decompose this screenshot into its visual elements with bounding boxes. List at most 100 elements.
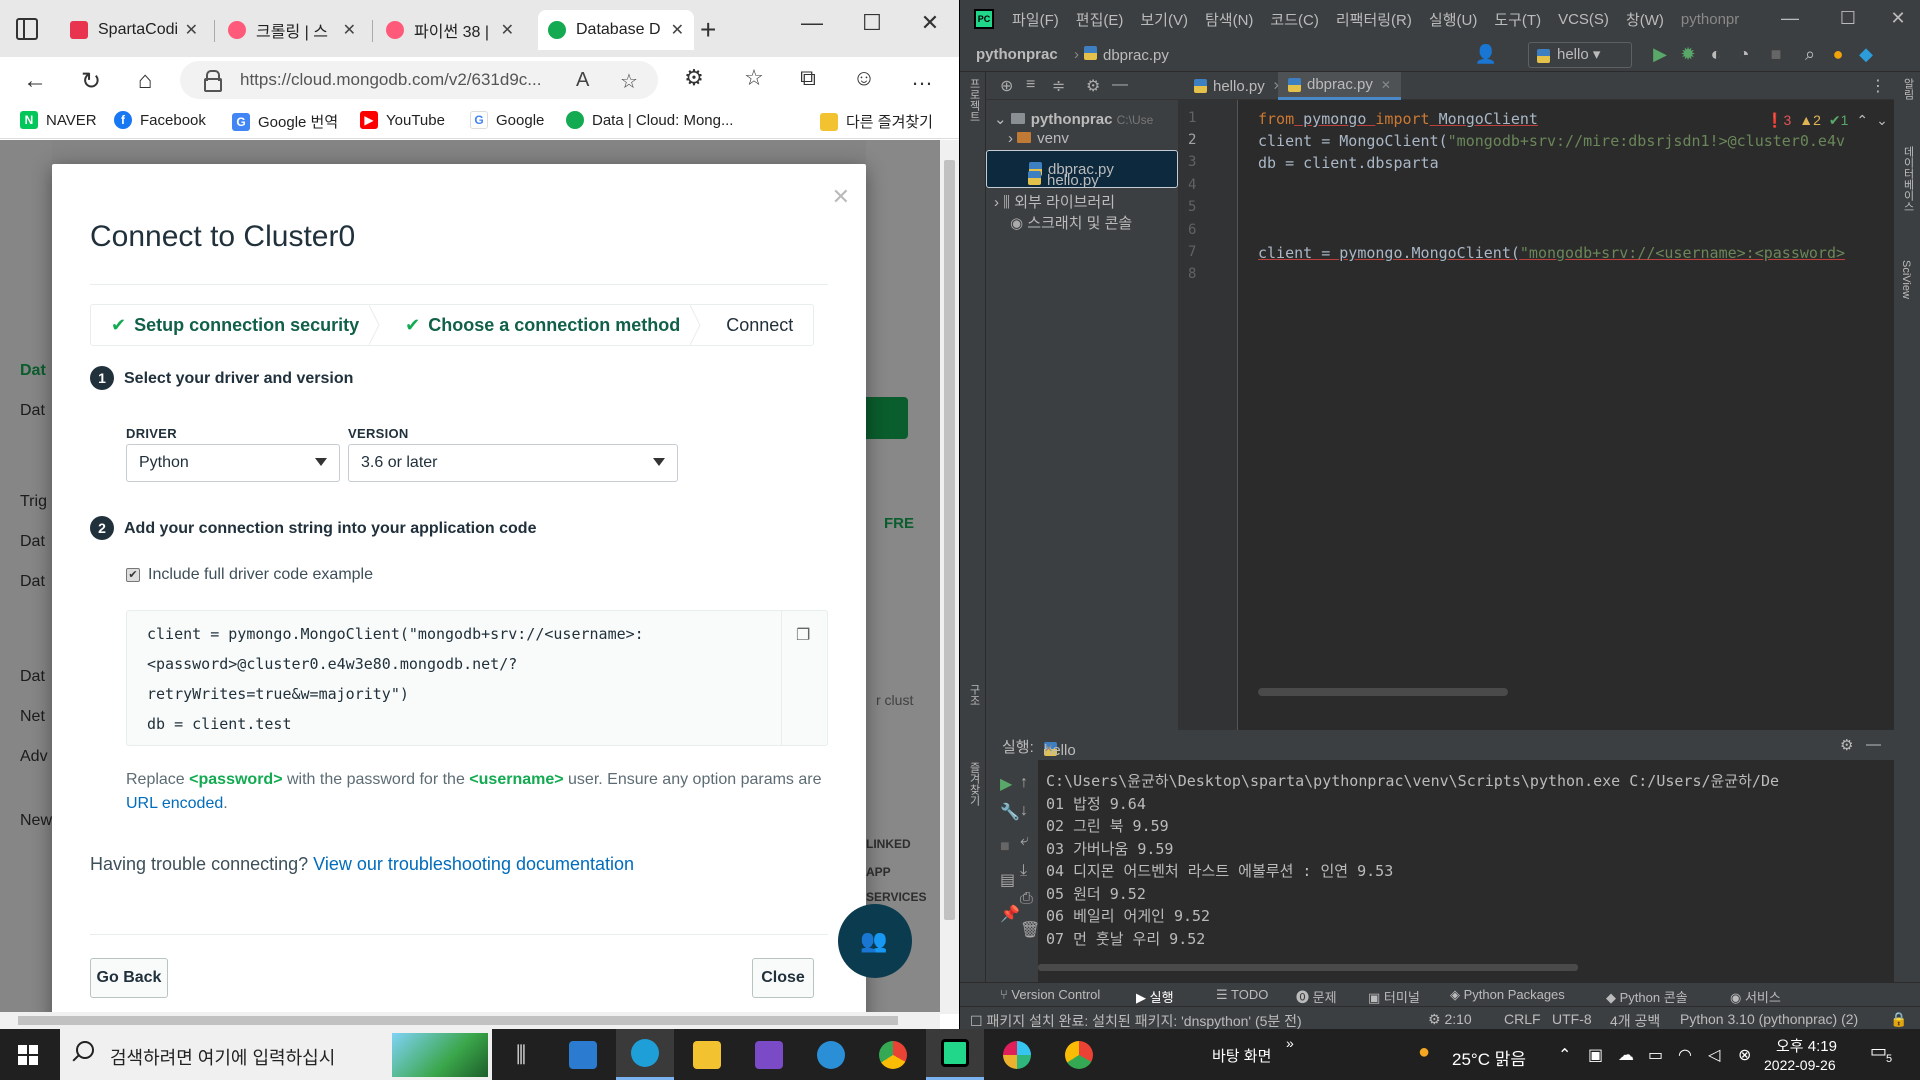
tool-todo[interactable]: ☰ TODO bbox=[1216, 987, 1268, 1003]
lock-icon[interactable]: 🔒 bbox=[1890, 1011, 1907, 1028]
browser-tab[interactable]: SpartaCodi ✕ bbox=[60, 10, 208, 50]
taskbar-search[interactable]: 검색하려면 여기에 입력하십시 bbox=[60, 1029, 492, 1080]
tab-actions-icon[interactable] bbox=[16, 18, 38, 40]
tree-node-scratches[interactable]: ◉ 스크래치 및 콘솔 bbox=[1010, 212, 1132, 233]
bookmark-facebook[interactable]: f Facebook bbox=[114, 111, 206, 129]
chrome-icon[interactable] bbox=[864, 1029, 922, 1080]
step-connect[interactable]: Connect bbox=[700, 305, 813, 345]
more-tabs-icon[interactable]: ⋮ bbox=[1870, 76, 1886, 96]
step-setup-security[interactable]: ✔ Setup connection security bbox=[91, 305, 380, 345]
minimize-icon[interactable]: — bbox=[1770, 8, 1810, 29]
notifications-tool-tab[interactable]: 알림 bbox=[1900, 78, 1916, 100]
console-scrollbar[interactable] bbox=[1038, 964, 1578, 971]
tool-services[interactable]: ◉ 서비스 bbox=[1730, 987, 1781, 1006]
expand-all-icon[interactable]: ≡ bbox=[1026, 76, 1035, 94]
edge-icon[interactable] bbox=[616, 1029, 674, 1080]
run-config-select[interactable]: hello ▾ bbox=[1528, 42, 1632, 68]
browser-tab-active[interactable]: Database D ✕ bbox=[538, 10, 694, 50]
layout-icon[interactable]: ▤ bbox=[1000, 870, 1015, 890]
vertical-scrollbar[interactable] bbox=[940, 140, 959, 1014]
tool-python-console[interactable]: ◆ Python 콘솔 bbox=[1606, 987, 1688, 1006]
url-encoded-link[interactable]: URL encoded bbox=[126, 795, 223, 812]
mail-icon[interactable] bbox=[554, 1029, 612, 1080]
settings-icon[interactable]: ⚙ bbox=[1840, 736, 1853, 754]
version-select[interactable]: 3.6 or later bbox=[348, 444, 678, 482]
tool-version-control[interactable]: ⑂ Version Control bbox=[1000, 987, 1100, 1002]
menu-run[interactable]: 실행(U) bbox=[1429, 9, 1477, 30]
browser-tab[interactable]: 파이썬 38 | ✕ bbox=[376, 10, 524, 50]
meet-now-icon[interactable]: ▣ bbox=[1588, 1045, 1603, 1065]
print-icon[interactable]: ⎙ bbox=[1020, 890, 1033, 908]
bookmark-mongodb[interactable]: Data | Cloud: Mong... bbox=[566, 111, 733, 129]
slack-icon[interactable] bbox=[988, 1029, 1046, 1080]
code-editor[interactable]: from pymongo import MongoClient client =… bbox=[1238, 100, 1894, 730]
run-icon[interactable]: ▶ bbox=[1648, 44, 1672, 65]
wrench-icon[interactable]: 🔧 bbox=[1000, 802, 1020, 822]
status-indent[interactable]: 4개 공백 bbox=[1610, 1011, 1660, 1029]
maximize-icon[interactable]: ☐ bbox=[1828, 8, 1868, 29]
status-message[interactable]: ☐ 패키지 설치 완료: 설치된 패키지: 'dnspython' (5분 전) bbox=[970, 1011, 1302, 1029]
tree-node-pythonprac[interactable]: ⌄ pythonprac C:\Use bbox=[994, 110, 1153, 128]
troubleshooting-link[interactable]: View our troubleshooting documentation bbox=[313, 854, 634, 874]
search-icon[interactable]: ⌕ bbox=[1798, 44, 1822, 65]
user-icon[interactable]: 👤 bbox=[1474, 44, 1498, 65]
browser-tab[interactable]: 크롤링 | 스 ✕ bbox=[218, 10, 366, 50]
bookmark-google[interactable]: G Google bbox=[470, 111, 544, 129]
other-favorites[interactable]: 다른 즐겨찾기 bbox=[820, 111, 933, 132]
tool-problems[interactable]: ⓿ 문제 bbox=[1296, 987, 1337, 1006]
database-tool-tab[interactable]: 데이터베이스 bbox=[1900, 146, 1916, 212]
tool-terminal[interactable]: ▣ 터미널 bbox=[1368, 987, 1420, 1006]
profile-icon[interactable]: ☺ bbox=[848, 65, 880, 91]
horizontal-scrollbar[interactable] bbox=[0, 1012, 940, 1029]
favorites-icon[interactable]: ☆ bbox=[738, 65, 770, 91]
internet-explorer-icon[interactable] bbox=[802, 1029, 860, 1080]
pycharm-icon[interactable] bbox=[926, 1029, 984, 1080]
close-icon[interactable]: ✕ bbox=[671, 20, 684, 40]
stop-icon[interactable]: ■ bbox=[1764, 44, 1788, 65]
status-line-separator[interactable]: CRLF bbox=[1504, 1011, 1541, 1027]
pin-icon[interactable]: 📌 bbox=[1000, 904, 1020, 924]
favorites-tool-tab[interactable]: 즐겨찾기 bbox=[966, 762, 982, 806]
menu-edit[interactable]: 편집(E) bbox=[1076, 9, 1124, 30]
status-interpreter[interactable]: Python 3.10 (pythonprac) (2) bbox=[1680, 1011, 1858, 1027]
editor-scrollbar[interactable] bbox=[1258, 688, 1508, 696]
tab-hello-py[interactable]: hello.py✕ bbox=[1184, 72, 1293, 100]
locate-icon[interactable]: ⊕ bbox=[1000, 76, 1013, 96]
battery-icon[interactable]: ▭ bbox=[1648, 1045, 1663, 1065]
task-view-icon[interactable]: ⫼ bbox=[492, 1029, 550, 1080]
volume-icon[interactable]: ◁ bbox=[1708, 1045, 1720, 1065]
desktop-label[interactable]: 바탕 화면 bbox=[1212, 1045, 1271, 1066]
menu-refactor[interactable]: 리팩터링(R) bbox=[1336, 9, 1412, 30]
stop-icon[interactable]: ■ bbox=[1000, 838, 1010, 856]
inspection-widget[interactable]: ❗3 ▲2 ✔1 ⌃ ⌄ bbox=[1766, 112, 1888, 129]
extensions-icon[interactable]: ⚙ bbox=[678, 65, 710, 91]
menu-navigate[interactable]: 탐색(N) bbox=[1205, 9, 1253, 30]
status-encoding[interactable]: UTF-8 bbox=[1552, 1011, 1592, 1027]
support-chat-button[interactable]: 👥 bbox=[838, 904, 912, 978]
clock-date[interactable]: 2022-09-26 bbox=[1764, 1057, 1836, 1073]
updates-icon[interactable]: ● bbox=[1826, 44, 1850, 65]
clock-time[interactable]: 오후 4:19 bbox=[1776, 1035, 1837, 1056]
driver-select[interactable]: Python bbox=[126, 444, 340, 482]
close-icon[interactable]: ✕ bbox=[501, 20, 514, 40]
home-icon[interactable]: ⌂ bbox=[128, 67, 162, 95]
close-window-icon[interactable]: ✕ bbox=[1878, 8, 1918, 29]
notification-icon[interactable]: ▭ bbox=[1870, 1041, 1887, 1062]
menu-view[interactable]: 보기(V) bbox=[1140, 9, 1188, 30]
breadcrumb-project[interactable]: pythonprac bbox=[976, 46, 1058, 63]
tool-python-packages[interactable]: ◈ Python Packages bbox=[1450, 987, 1565, 1003]
structure-tool-tab[interactable]: 구조 bbox=[966, 684, 982, 706]
weather-text[interactable]: 25°C 맑음 bbox=[1452, 1045, 1526, 1070]
tree-node-external-libraries[interactable]: › ⫼ 외부 라이브러리 bbox=[994, 191, 1115, 212]
back-icon[interactable]: ← bbox=[18, 67, 52, 95]
wifi-icon[interactable]: ◠ bbox=[1678, 1045, 1692, 1065]
close-button[interactable]: Close bbox=[752, 958, 814, 998]
bookmark-naver[interactable]: N NAVER bbox=[20, 111, 97, 129]
go-back-button[interactable]: Go Back bbox=[90, 958, 168, 998]
tree-node-venv[interactable]: › venv bbox=[1008, 130, 1069, 147]
new-tab-icon[interactable]: + bbox=[700, 14, 716, 46]
close-window-icon[interactable]: ✕ bbox=[910, 10, 950, 36]
close-icon[interactable]: ✕ bbox=[185, 20, 198, 40]
more-icon[interactable]: … bbox=[906, 65, 938, 91]
chevron-up-icon[interactable]: ⌃ bbox=[1856, 112, 1868, 129]
